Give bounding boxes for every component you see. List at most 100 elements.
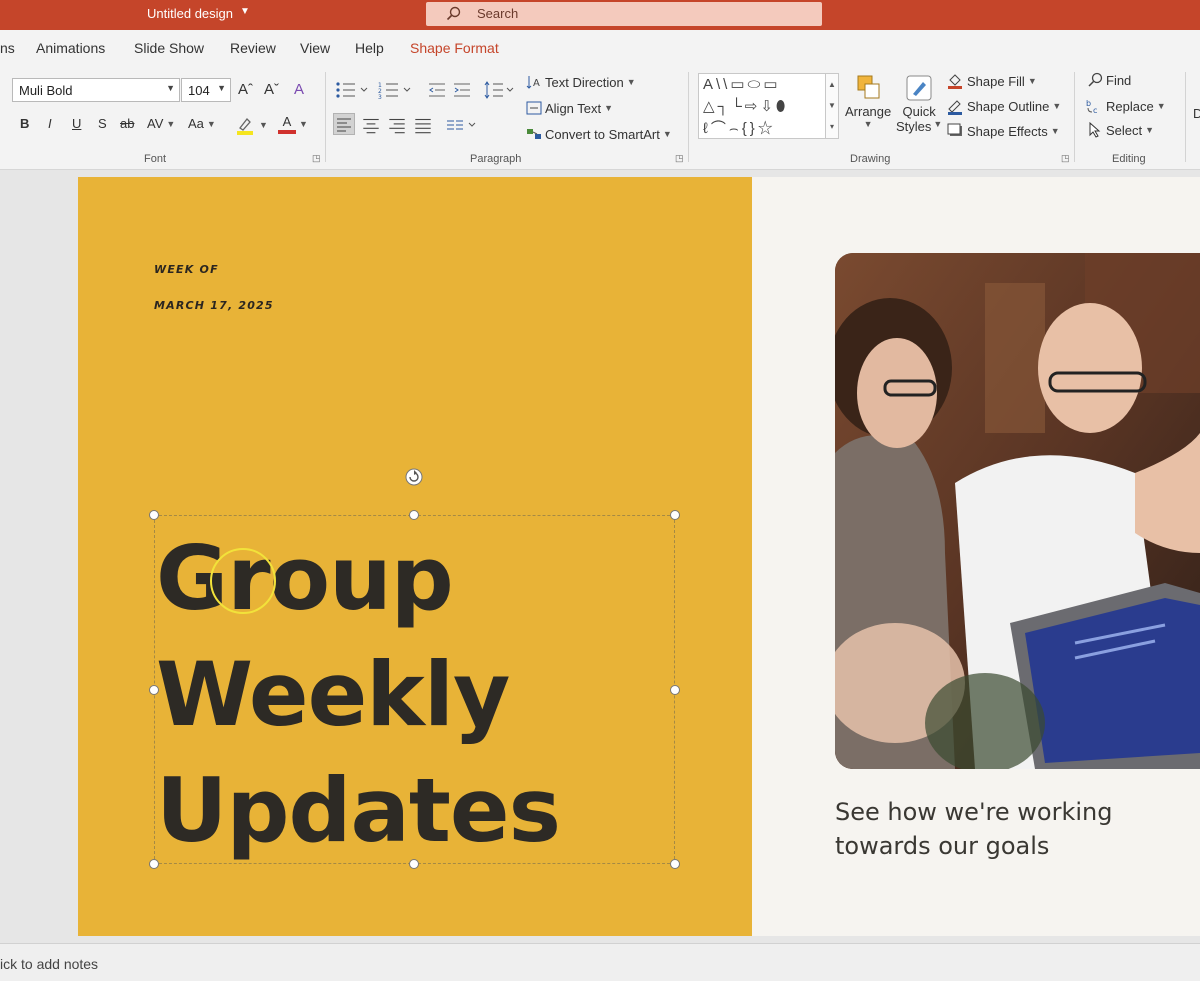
shapes-gallery[interactable]: A\\▭⬭▭ △┐└⇨⇩⬮ ℓ⌒⌢{}☆ <box>698 73 826 139</box>
slide-caption[interactable]: See how we're working towards our goals <box>835 795 1175 863</box>
styles-label: Styles <box>896 119 932 134</box>
resize-handle[interactable] <box>670 510 680 520</box>
shadow-button[interactable]: S <box>98 116 107 131</box>
team-photo[interactable] <box>835 253 1200 769</box>
resize-handle[interactable] <box>670 859 680 869</box>
shapes-row[interactable]: A\\▭⬭▭ <box>703 74 821 96</box>
search-box[interactable]: Search <box>426 2 822 26</box>
scroll-up-icon[interactable]: ▲ <box>826 74 838 95</box>
font-group-label: Font <box>144 153 167 165</box>
rotate-handle-icon[interactable] <box>404 467 424 487</box>
font-color-button[interactable]: A ▼ <box>278 114 308 134</box>
convert-smartart-label: Convert to SmartArt <box>545 126 660 142</box>
team-photo-image <box>835 253 1200 769</box>
tab-transitions[interactable]: ns <box>0 40 15 56</box>
italic-button[interactable]: I <box>48 116 52 131</box>
shape-fill-button[interactable]: Shape Fill ▼ <box>946 72 1037 90</box>
replace-icon: bc <box>1086 99 1097 115</box>
resize-handle[interactable] <box>670 685 680 695</box>
notes-pane[interactable]: ick to add notes <box>0 943 1200 981</box>
tab-shape-format[interactable]: Shape Format <box>410 40 499 56</box>
grow-font-button[interactable]: Aˆ <box>238 81 253 98</box>
slide-canvas[interactable]: WEEK OF MARCH 17, 2025 Group Weekly Upda… <box>0 170 1200 943</box>
paragraph-dialog-launcher-icon[interactable]: ◳ <box>675 153 684 164</box>
tab-view[interactable]: View <box>300 40 330 56</box>
styles-row: Styles ▼ <box>896 119 942 134</box>
chevron-down-icon: ▼ <box>166 118 176 129</box>
resize-handle[interactable] <box>409 859 419 869</box>
week-of-label[interactable]: WEEK OF <box>154 263 219 276</box>
shrink-font-button[interactable]: Aˇ <box>264 81 279 98</box>
tab-slide-show[interactable]: Slide Show <box>134 40 204 56</box>
svg-text:b: b <box>1086 99 1091 108</box>
resize-handle[interactable] <box>149 685 159 695</box>
shapes-row[interactable]: ℓ⌒⌢{}☆ <box>703 118 821 140</box>
align-left-button[interactable] <box>333 113 355 135</box>
pen-icon <box>948 100 962 115</box>
font-size-select[interactable]: 104 ▼ <box>181 78 231 102</box>
gallery-more-icon[interactable]: ▾ <box>826 116 838 137</box>
divider <box>1074 72 1075 162</box>
search-icon <box>446 6 461 21</box>
shapes-row[interactable]: △┐└⇨⇩⬮ <box>703 96 821 118</box>
replace-label: Replace <box>1106 98 1154 114</box>
gallery-scroll[interactable]: ▲ ▼ ▾ <box>825 73 839 139</box>
highlight-button[interactable]: ▼ <box>234 114 268 136</box>
character-spacing-label: AV <box>147 116 164 131</box>
columns-icon[interactable] <box>445 118 479 132</box>
tab-help[interactable]: Help <box>355 40 384 56</box>
align-text-button[interactable]: Align Text ▼ <box>526 100 613 116</box>
align-center-icon[interactable] <box>360 114 382 136</box>
convert-smartart-button[interactable]: Convert to SmartArt ▼ <box>526 126 672 142</box>
drawing-dialog-launcher-icon[interactable]: ◳ <box>1061 153 1070 164</box>
decrease-indent-icon[interactable] <box>428 81 446 99</box>
chevron-down-icon: ▼ <box>1145 125 1155 135</box>
resize-handle[interactable] <box>409 510 419 520</box>
shape-effects-button[interactable]: Shape Effects ▼ <box>946 122 1060 140</box>
font-dialog-launcher-icon[interactable]: ◳ <box>312 153 321 164</box>
quick-label: Quick <box>902 104 936 119</box>
character-spacing-button[interactable]: AV ▼ <box>147 116 175 131</box>
document-title[interactable]: Untitled design <box>147 6 233 21</box>
align-text-label: Align Text <box>545 100 602 116</box>
numbering-icon[interactable]: 123 <box>378 80 414 100</box>
align-right-icon[interactable] <box>386 114 408 136</box>
font-family-select[interactable]: Muli Bold ▼ <box>12 78 180 102</box>
week-date[interactable]: MARCH 17, 2025 <box>154 299 274 312</box>
underline-button[interactable]: U <box>72 116 81 131</box>
line-spacing-icon[interactable] <box>484 80 516 100</box>
bold-button[interactable]: B <box>20 116 29 131</box>
title-dropdown-icon[interactable]: ▼ <box>240 6 250 17</box>
text-direction-button[interactable]: A Text Direction ▼ <box>526 74 636 90</box>
find-button[interactable]: Find <box>1087 72 1131 88</box>
quick-styles-button[interactable]: Quick Styles ▼ <box>896 72 942 134</box>
paint-bucket-icon <box>948 74 962 89</box>
arrange-label: Arrange <box>845 104 892 119</box>
chevron-down-icon: ▼ <box>604 103 614 113</box>
find-label: Find <box>1106 72 1132 88</box>
chevron-down-icon: ▼ <box>217 83 226 93</box>
clear-formatting-button[interactable]: A <box>294 81 304 98</box>
chevron-down-icon: ▼ <box>1050 126 1060 136</box>
select-button[interactable]: Select ▼ <box>1087 122 1154 138</box>
arrange-button[interactable]: Arrange ▼ <box>845 72 891 129</box>
quick-styles-icon <box>906 75 932 101</box>
strikethrough-button[interactable]: ab <box>120 116 134 131</box>
ribbon-tabs: ns Animations Slide Show Review View Hel… <box>0 30 1200 66</box>
justify-icon[interactable] <box>412 114 434 136</box>
change-case-button[interactable]: Aa ▼ <box>188 116 216 131</box>
search-icon <box>1088 72 1103 87</box>
tab-review[interactable]: Review <box>230 40 276 56</box>
replace-button[interactable]: bc Replace ▼ <box>1085 97 1166 116</box>
resize-handle[interactable] <box>149 859 159 869</box>
tab-animations[interactable]: Animations <box>36 40 105 56</box>
cursor-arrow-icon <box>1089 122 1101 138</box>
slide[interactable]: WEEK OF MARCH 17, 2025 Group Weekly Upda… <box>78 177 1200 936</box>
designer-button-edge[interactable]: D <box>1193 106 1200 121</box>
resize-handle[interactable] <box>149 510 159 520</box>
shape-outline-label: Shape Outline <box>967 98 1050 114</box>
scroll-down-icon[interactable]: ▼ <box>826 95 838 116</box>
shape-outline-button[interactable]: Shape Outline ▼ <box>946 97 1061 115</box>
increase-indent-icon[interactable] <box>453 81 471 99</box>
bullets-icon[interactable] <box>335 80 371 100</box>
